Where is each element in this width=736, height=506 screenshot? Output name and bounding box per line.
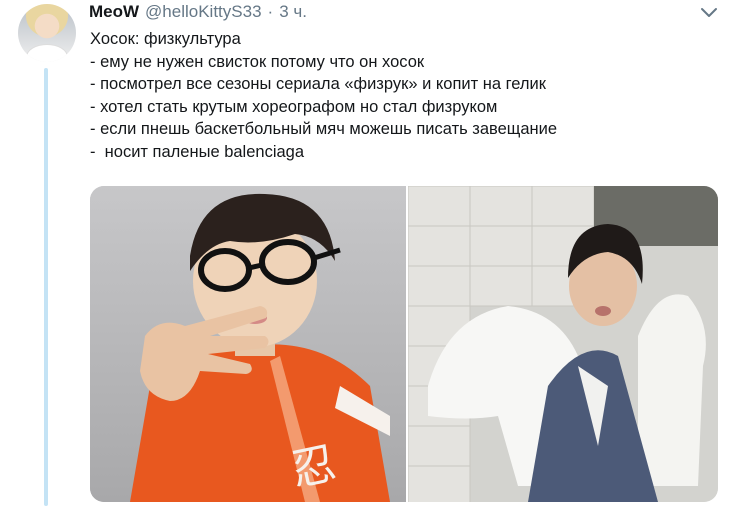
tweet: MeoW @helloKittyS33 · 3 ч. Хосок: физкул… (0, 0, 736, 506)
tweet-line: - ему не нужен свисток потому что он хос… (90, 52, 425, 71)
user-handle[interactable]: @helloKittyS33 (145, 2, 262, 22)
avatar[interactable] (18, 4, 76, 62)
timestamp[interactable]: 3 ч. (279, 2, 307, 22)
tweet-text: Хосок: физкультура - ему не нужен свисто… (90, 28, 710, 163)
chevron-down-icon[interactable] (700, 6, 718, 20)
tweet-header: MeoW @helloKittyS33 · 3 ч. (89, 2, 307, 22)
tweet-line: - хотел стать крутым хореографом но стал… (90, 97, 498, 116)
photo-left[interactable]: 忍 (90, 186, 406, 502)
photo-right[interactable] (408, 186, 718, 502)
tweet-line: - посмотрел все сезоны сериала «физрук» … (90, 75, 546, 93)
tweet-line: - носит паленые balenciaga (90, 142, 305, 161)
media-grid: 忍 (90, 186, 718, 502)
separator-dot: · (267, 2, 274, 21)
thread-line (44, 68, 48, 506)
tweet-line: - если пнешь баскетбольный мяч можешь пи… (90, 120, 558, 138)
display-name[interactable]: MeoW (89, 2, 139, 22)
tweet-line: Хосок: физкультура (90, 30, 241, 48)
